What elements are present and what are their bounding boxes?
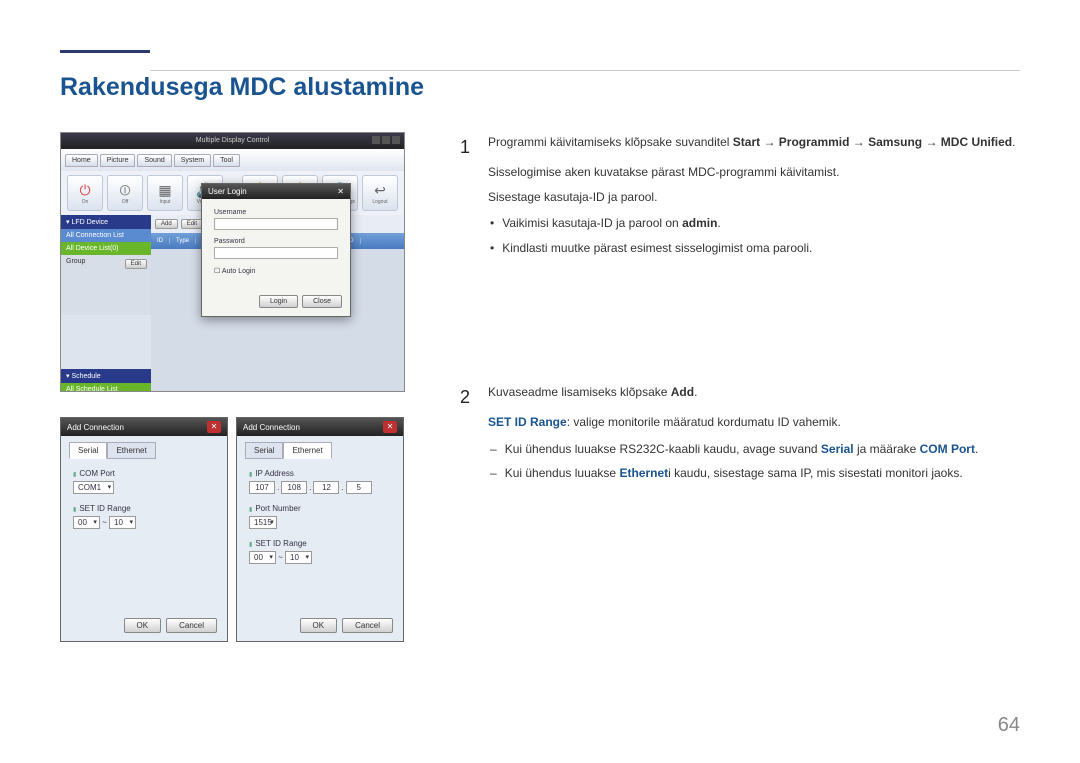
- step2-dash1: Kui ühendus luuakse RS232C-kaabli kaudu,…: [490, 439, 978, 459]
- close-icon[interactable]: ✕: [207, 421, 221, 433]
- cancel-button[interactable]: Cancel: [342, 618, 393, 633]
- step2-p1: SET ID Range: valige monitorile määratud…: [488, 412, 978, 432]
- main-app-screenshot: Multiple Display Control Home Picture So…: [60, 132, 405, 392]
- add-connection-ethernet-dialog: Add Connection ✕ Serial Ethernet IP Addre…: [236, 417, 404, 642]
- tab-tool[interactable]: Tool: [213, 154, 240, 167]
- cancel-button[interactable]: Cancel: [166, 618, 217, 633]
- window-title: Multiple Display Control: [196, 137, 270, 144]
- username-input[interactable]: [214, 218, 338, 230]
- step-1: 1 Programmi käivitamiseks klõpsake suvan…: [460, 132, 1020, 262]
- sidebar-group: Group Edit: [61, 255, 151, 315]
- ip-address-input[interactable]: 107. 108. 12. 5: [249, 481, 391, 494]
- step1-p1: Sisselogimise aken kuvatakse pärast MDC-…: [488, 162, 1015, 182]
- dialog-title: Add Connection: [67, 423, 124, 432]
- login-title: User Login: [208, 187, 247, 196]
- page-number: 64: [998, 714, 1020, 737]
- edit-button[interactable]: Edit: [181, 219, 203, 229]
- off-icon[interactable]: ⏼Off: [107, 175, 143, 211]
- window-titlebar: Multiple Display Control: [61, 133, 404, 149]
- port-number-label: Port Number: [249, 504, 391, 513]
- password-input[interactable]: [214, 247, 338, 259]
- sidebar-all-schedule[interactable]: All Schedule List: [61, 383, 151, 392]
- comport-select[interactable]: COM1: [73, 481, 114, 494]
- range-from-select[interactable]: 00: [73, 516, 100, 529]
- auto-login-checkbox[interactable]: ☐ Auto Login: [214, 267, 338, 275]
- ok-button[interactable]: OK: [300, 618, 338, 633]
- ip-address-label: IP Address: [249, 469, 391, 478]
- comport-label: COM Port: [73, 469, 215, 478]
- tab-ethernet[interactable]: Ethernet: [283, 442, 331, 459]
- port-number-input[interactable]: 1515: [249, 516, 277, 529]
- sidebar-schedule[interactable]: ▾ Schedule: [61, 369, 151, 383]
- step-number: 2: [460, 382, 474, 488]
- close-icon[interactable]: ✕: [383, 421, 397, 433]
- step2-line1: Kuvaseadme lisamiseks klõpsake Add.: [488, 382, 978, 402]
- tab-sound[interactable]: Sound: [137, 154, 171, 167]
- step1-bullet2: Kindlasti muutke pärast esimest sisselog…: [490, 238, 1015, 258]
- step-2: 2 Kuvaseadme lisamiseks klõpsake Add. SE…: [460, 382, 1020, 488]
- tab-home[interactable]: Home: [65, 154, 98, 167]
- step1-bullet1: Vaikimisi kasutaja-ID ja parool on admin…: [490, 213, 1015, 233]
- on-icon[interactable]: ⏻On: [67, 175, 103, 211]
- sidebar: ▾ LFD Device All Connection List All Dev…: [61, 215, 151, 391]
- user-login-dialog: User Login ✕ Username Password ☐ Auto Log…: [201, 183, 351, 317]
- header-divider: [150, 70, 1020, 71]
- setid-range-label: SET ID Range: [73, 504, 215, 513]
- close-icon[interactable]: ✕: [337, 187, 344, 196]
- step2-dash2: Kui ühendus luuakse Etherneti kaudu, sis…: [490, 463, 978, 483]
- instructions-column: 1 Programmi käivitamiseks klõpsake suvan…: [460, 132, 1020, 642]
- tab-system[interactable]: System: [174, 154, 211, 167]
- header-rule: [60, 50, 150, 53]
- login-button[interactable]: Login: [259, 295, 298, 308]
- dialog-title: Add Connection: [243, 423, 300, 432]
- setid-range-label: SET ID Range: [249, 539, 391, 548]
- tab-serial[interactable]: Serial: [69, 442, 107, 459]
- range-to-select[interactable]: 10: [285, 551, 312, 564]
- add-connection-serial-dialog: Add Connection ✕ Serial Ethernet COM Port…: [60, 417, 228, 642]
- page-title: Rakendusega MDC alustamine: [60, 73, 1020, 102]
- tab-picture[interactable]: Picture: [100, 154, 136, 167]
- tab-ethernet[interactable]: Ethernet: [107, 442, 155, 459]
- menu-tabs: Home Picture Sound System Tool: [61, 149, 404, 171]
- ok-button[interactable]: OK: [124, 618, 162, 633]
- step1-line1: Programmi käivitamiseks klõpsake suvandi…: [488, 132, 1015, 152]
- group-label: Group: [66, 258, 85, 265]
- sidebar-lfd-device[interactable]: ▾ LFD Device: [61, 215, 151, 229]
- range-from-select[interactable]: 00: [249, 551, 276, 564]
- group-edit-button[interactable]: Edit: [125, 259, 147, 269]
- window-controls[interactable]: [372, 136, 400, 144]
- step-number: 1: [460, 132, 474, 262]
- tab-serial[interactable]: Serial: [245, 442, 283, 459]
- sidebar-all-device[interactable]: All Device List(0): [61, 242, 151, 255]
- range-to-select[interactable]: 10: [109, 516, 136, 529]
- add-button[interactable]: Add: [155, 219, 178, 229]
- step1-p2: Sisestage kasutaja-ID ja parool.: [488, 187, 1015, 207]
- username-label: Username: [214, 209, 338, 216]
- close-button[interactable]: Close: [302, 295, 342, 308]
- logout-icon[interactable]: ↩Logout: [362, 175, 398, 211]
- password-label: Password: [214, 238, 338, 245]
- input-icon[interactable]: ▦Input: [147, 175, 183, 211]
- sidebar-all-connection[interactable]: All Connection List: [61, 229, 151, 242]
